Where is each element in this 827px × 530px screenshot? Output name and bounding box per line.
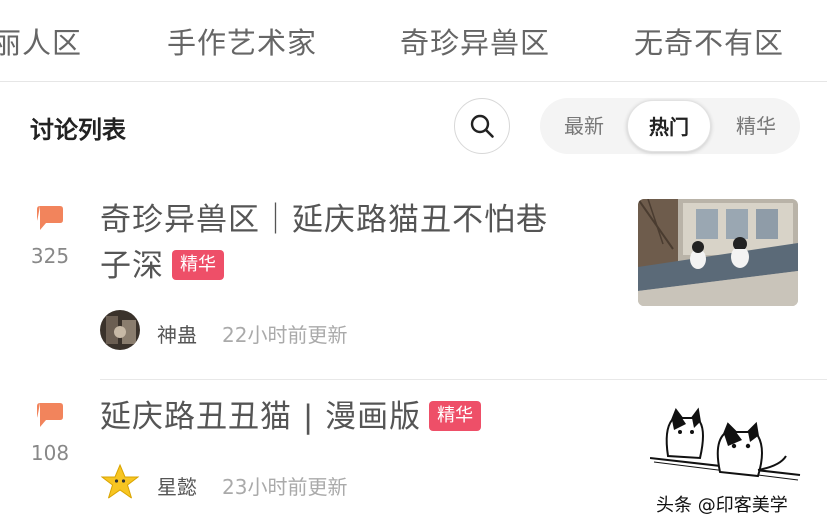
search-button[interactable] (454, 98, 510, 154)
avatar[interactable] (100, 462, 140, 502)
comment-icon (37, 206, 63, 230)
reply-count: 108 (30, 441, 70, 465)
thread-title-line1: 延庆路丑丑猫 | 漫画版 (100, 399, 422, 435)
avatar[interactable] (100, 310, 140, 350)
category-tab-bar: 丽人区 手作艺术家 奇珍异兽区 无奇不有区 (0, 0, 827, 82)
sort-featured[interactable]: 精华 (720, 98, 792, 154)
thread-title-continued[interactable]: 子深 精华 (100, 243, 224, 289)
tab-exotic-animals[interactable]: 奇珍异兽区 (400, 20, 550, 62)
tab-beauty[interactable]: 丽人区 (0, 20, 82, 62)
list-title: 讨论列表 (30, 116, 126, 144)
author-name[interactable]: 神蛊 (157, 319, 197, 348)
watermark: 头条 @印客美学 (656, 495, 788, 516)
featured-badge: 精华 (172, 250, 224, 280)
search-icon (470, 114, 494, 138)
divider (100, 379, 827, 380)
thread-title[interactable]: 延庆路丑丑猫 | 漫画版 精华 (100, 394, 482, 440)
author-name[interactable]: 星懿 (157, 471, 197, 500)
thread-title-line1: 奇珍异兽区｜延庆路猫丑不怕巷 (100, 202, 548, 238)
thread-title-line2: 子深 (100, 248, 164, 284)
comment-icon (37, 403, 63, 427)
sort-latest[interactable]: 最新 (548, 98, 620, 154)
cats-on-roof-photo (638, 199, 798, 306)
reply-count: 325 (30, 244, 70, 268)
author-avatar-image (100, 310, 140, 350)
sort-hot[interactable]: 热门 (627, 100, 711, 152)
sort-toggle-group: 最新 热门 精华 (540, 98, 800, 154)
tab-anything-goes[interactable]: 无奇不有区 (634, 20, 784, 62)
updated-time: 22小时前更新 (222, 323, 348, 347)
thread-thumbnail[interactable] (638, 199, 798, 306)
star-icon (100, 462, 140, 502)
thread-title[interactable]: 奇珍异兽区｜延庆路猫丑不怕巷 (100, 197, 548, 243)
updated-time: 23小时前更新 (222, 475, 348, 499)
featured-badge: 精华 (429, 401, 482, 431)
tab-handcraft[interactable]: 手作艺术家 (167, 20, 317, 62)
